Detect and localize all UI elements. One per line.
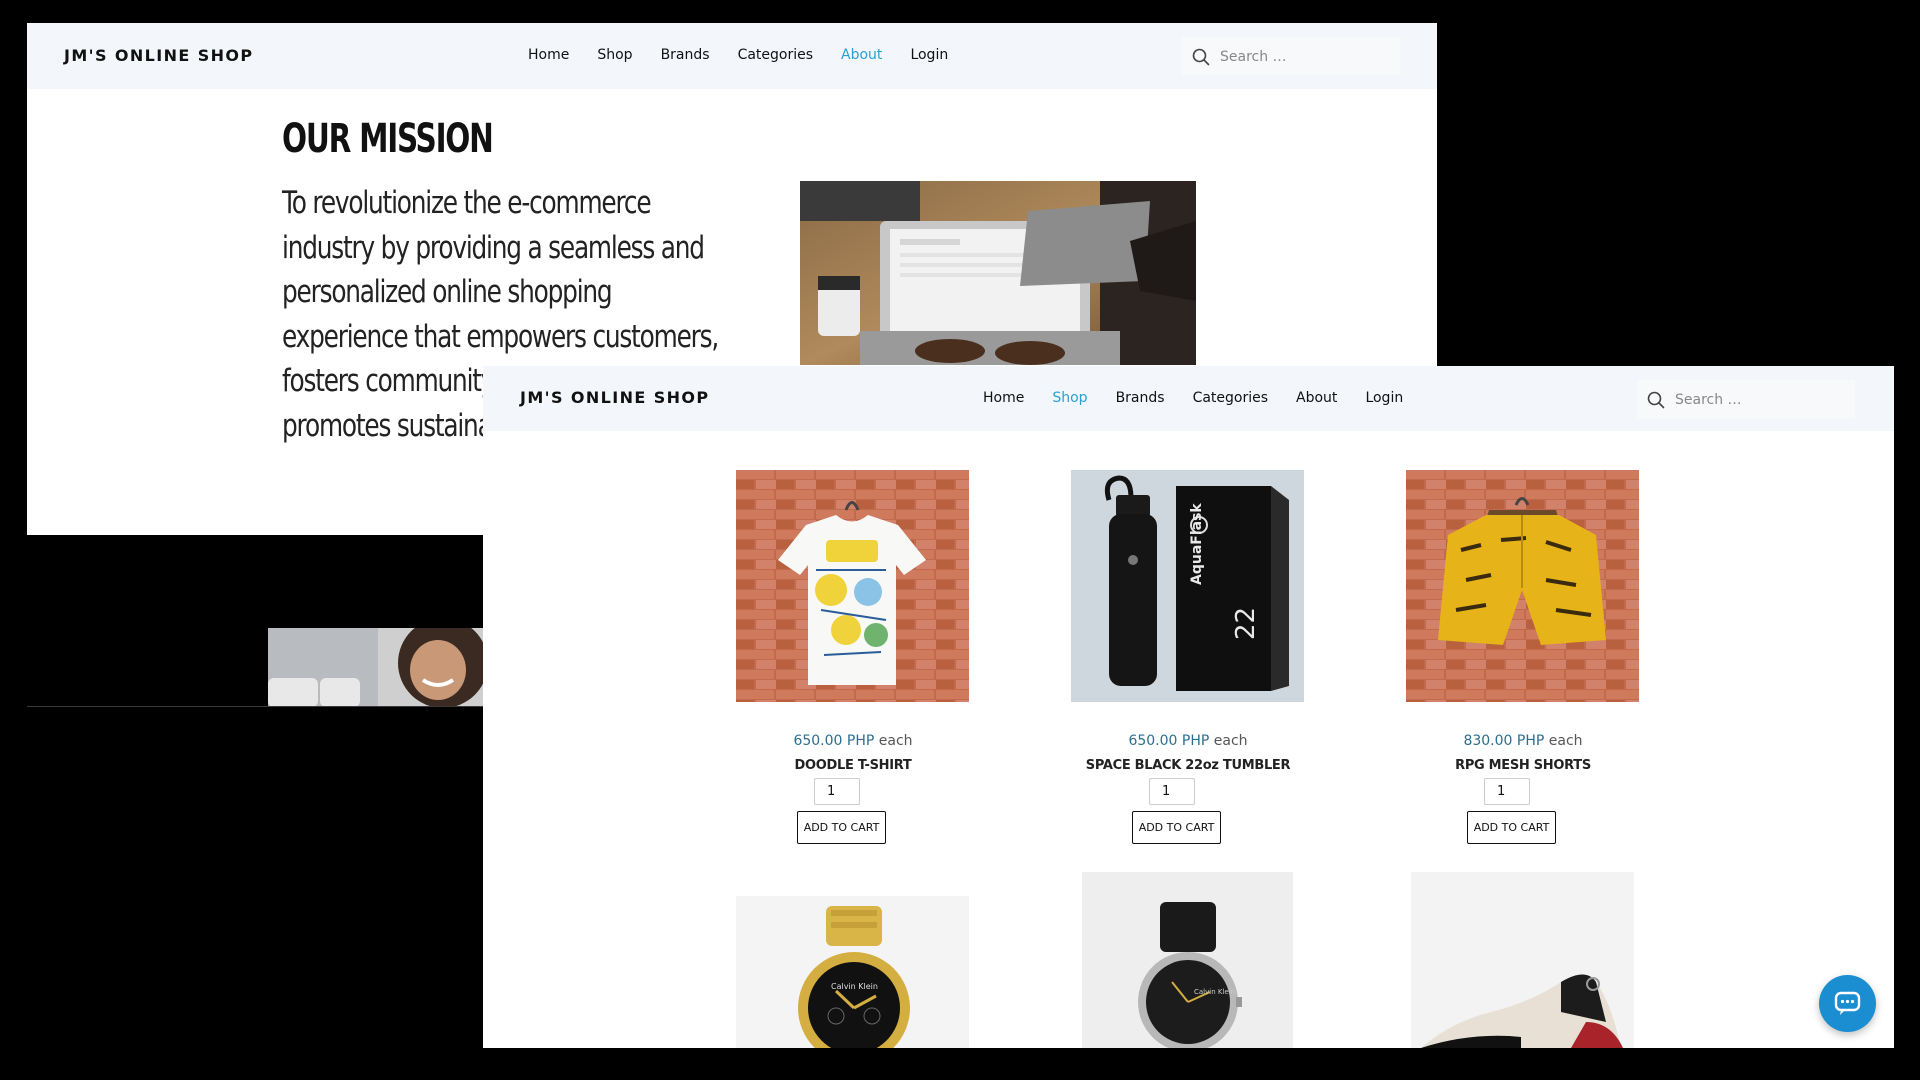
price-unit: each [1548, 733, 1583, 749]
product-image[interactable]: AquaFlask 22 [1071, 470, 1304, 702]
product-name: RPG MESH SHORTS [1455, 758, 1591, 773]
search-input[interactable] [1218, 45, 1392, 69]
mission-title: OUR MISSION [282, 116, 494, 162]
tumbler-brand-label: AquaFlask [1189, 503, 1205, 585]
product-name: DOODLE T-SHIRT [794, 758, 912, 773]
divider [27, 706, 483, 707]
product-price: 650.00 PHP [793, 733, 875, 749]
price-line: 650.00 PHP each [723, 733, 983, 749]
chat-icon [1834, 991, 1861, 1015]
main-nav: Home Shop Brands Categories About Login [528, 47, 948, 63]
nav-shop[interactable]: Shop [1052, 390, 1087, 406]
nav-home[interactable]: Home [528, 47, 569, 63]
tumbler-size-label: 22 [1231, 606, 1261, 640]
search-box[interactable] [1182, 37, 1400, 75]
video-thumbnail [268, 628, 483, 707]
navbar: JM'S ONLINE SHOP Home Shop Brands Catego… [483, 366, 1894, 431]
add-to-cart-button[interactable]: ADD TO CART [1132, 811, 1221, 844]
product-card-mesh-shorts: 830.00 PHP each RPG MESH SHORTS ADD TO C… [1393, 470, 1653, 850]
nav-about[interactable]: About [1296, 390, 1337, 406]
search-box[interactable] [1637, 380, 1855, 418]
search-input[interactable] [1673, 388, 1847, 412]
price-unit: each [1213, 733, 1248, 749]
product-card-tumbler: AquaFlask 22 650.00 PHP each SPACE BLACK… [1058, 470, 1318, 850]
product-card-doodle-tshirt: 650.00 PHP each DOODLE T-SHIRT ADD TO CA… [723, 470, 983, 850]
quantity-input[interactable] [1484, 778, 1530, 805]
watch-brand-label: Calvin Klein [1194, 988, 1236, 996]
nav-about[interactable]: About [841, 47, 882, 63]
product-price: 830.00 PHP [1463, 733, 1545, 749]
search-icon [1192, 48, 1210, 66]
watch-brand-label: Calvin Klein [831, 982, 878, 991]
brand-logo[interactable]: JM'S ONLINE SHOP [64, 46, 254, 65]
price-line: 650.00 PHP each [1058, 733, 1318, 749]
product-image[interactable] [1406, 470, 1639, 702]
nav-home[interactable]: Home [983, 390, 1024, 406]
search-icon [1647, 391, 1665, 409]
product-name: SPACE BLACK 22oz TUMBLER [1085, 758, 1291, 773]
nav-categories[interactable]: Categories [1193, 390, 1268, 406]
product-image-gold-watch[interactable]: Calvin Klein [736, 896, 969, 1048]
nav-shop[interactable]: Shop [597, 47, 632, 63]
quantity-input[interactable] [814, 778, 860, 805]
nav-brands[interactable]: Brands [661, 47, 710, 63]
product-price: 650.00 PHP [1128, 733, 1210, 749]
brand-logo[interactable]: JM'S ONLINE SHOP [520, 388, 710, 407]
nav-login[interactable]: Login [910, 47, 948, 63]
add-to-cart-button[interactable]: ADD TO CART [1467, 811, 1556, 844]
laptop-photo [800, 181, 1196, 365]
main-nav: Home Shop Brands Categories About Login [983, 390, 1403, 406]
price-line: 830.00 PHP each [1393, 733, 1653, 749]
add-to-cart-button[interactable]: ADD TO CART [797, 811, 886, 844]
nav-categories[interactable]: Categories [738, 47, 813, 63]
price-unit: each [878, 733, 913, 749]
nav-brands[interactable]: Brands [1116, 390, 1165, 406]
navbar: JM'S ONLINE SHOP Home Shop Brands Catego… [27, 23, 1437, 89]
product-image-black-watch[interactable]: Calvin Klein [1082, 872, 1293, 1048]
nav-login[interactable]: Login [1365, 390, 1403, 406]
chat-button[interactable] [1819, 975, 1876, 1032]
shop-page-window: JM'S ONLINE SHOP Home Shop Brands Catego… [483, 366, 1894, 1048]
product-image-sneaker[interactable] [1411, 872, 1634, 1048]
product-image[interactable] [736, 470, 969, 702]
quantity-input[interactable] [1149, 778, 1195, 805]
